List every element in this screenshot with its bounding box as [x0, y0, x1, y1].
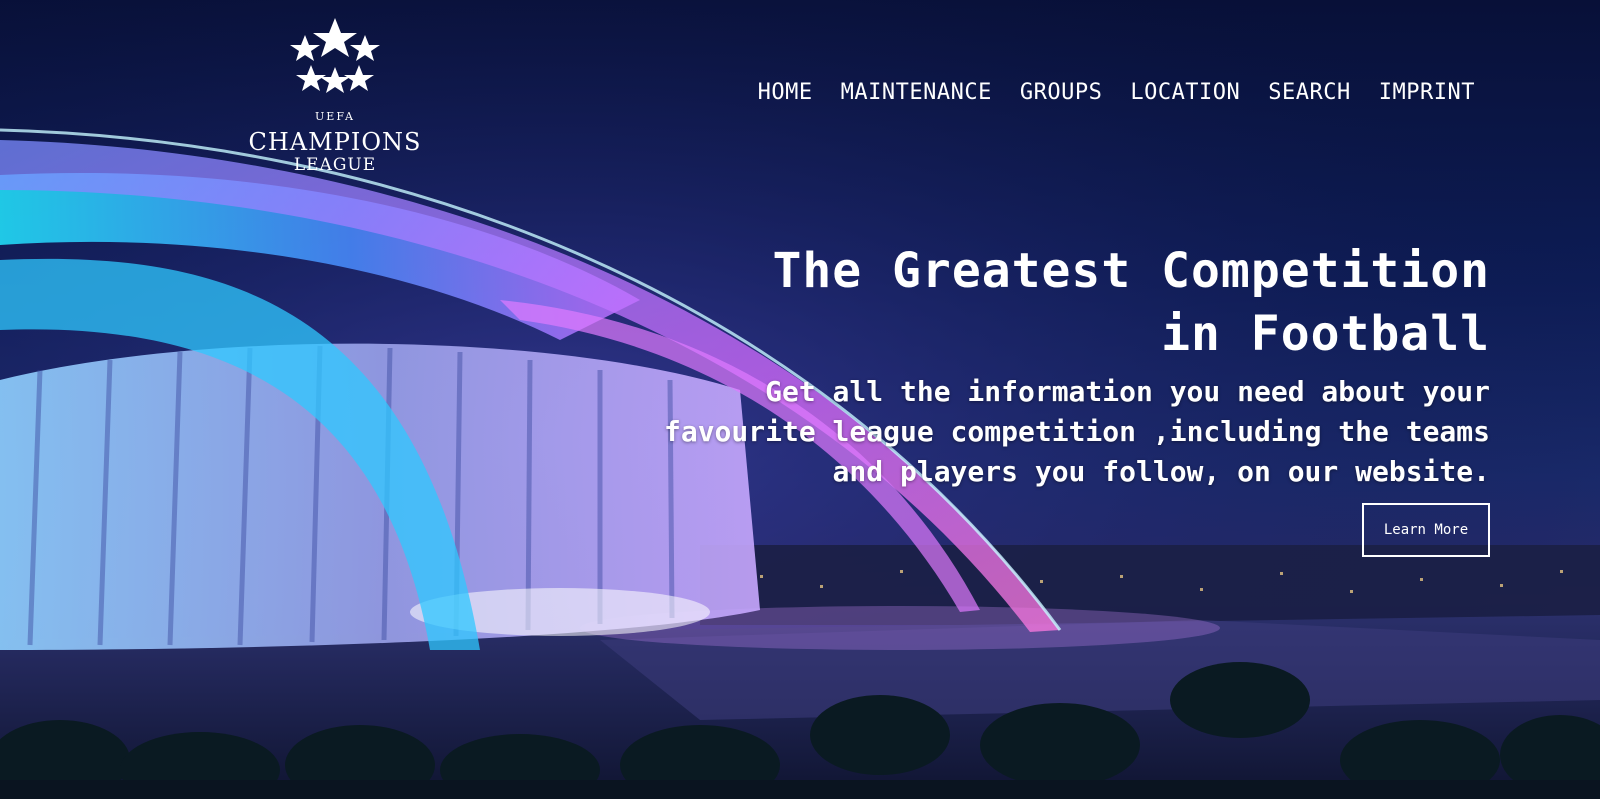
landing-page: UEFA CHAMPIONS LEAGUE HOME MAINTENANCE G…: [0, 0, 1600, 799]
logo-uefa-text: UEFA: [315, 110, 355, 123]
hero-subtitle: Get all the information you need about y…: [540, 372, 1490, 492]
logo-champions-text: CHAMPIONS: [248, 128, 422, 156]
starball-icon: [290, 18, 380, 93]
learn-more-button[interactable]: Learn More: [1362, 503, 1490, 557]
logo-league-text: LEAGUE: [293, 155, 377, 175]
nav-maintenance[interactable]: MAINTENANCE: [841, 80, 992, 105]
hero-title-line-2: in Football: [1161, 306, 1490, 362]
hero-title: The Greatest Competition in Football: [540, 240, 1490, 366]
hero-subtitle-line-3: and players you follow, on our website.: [832, 455, 1490, 488]
nav-home[interactable]: HOME: [758, 80, 813, 105]
main-navigation: HOME MAINTENANCE GROUPS LOCATION SEARCH …: [758, 80, 1475, 105]
nav-location[interactable]: LOCATION: [1130, 80, 1240, 105]
nav-groups[interactable]: GROUPS: [1020, 80, 1102, 105]
nav-imprint[interactable]: IMPRINT: [1379, 80, 1475, 105]
hero-subtitle-line-1: Get all the information you need about y…: [765, 375, 1490, 408]
hero-subtitle-line-2: favourite league competition ,including …: [663, 415, 1490, 448]
hero-section: The Greatest Competition in Football Get…: [540, 240, 1490, 492]
hero-title-line-1: The Greatest Competition: [772, 243, 1490, 299]
nav-search[interactable]: SEARCH: [1268, 80, 1350, 105]
champions-league-logo[interactable]: UEFA CHAMPIONS LEAGUE: [245, 15, 425, 180]
